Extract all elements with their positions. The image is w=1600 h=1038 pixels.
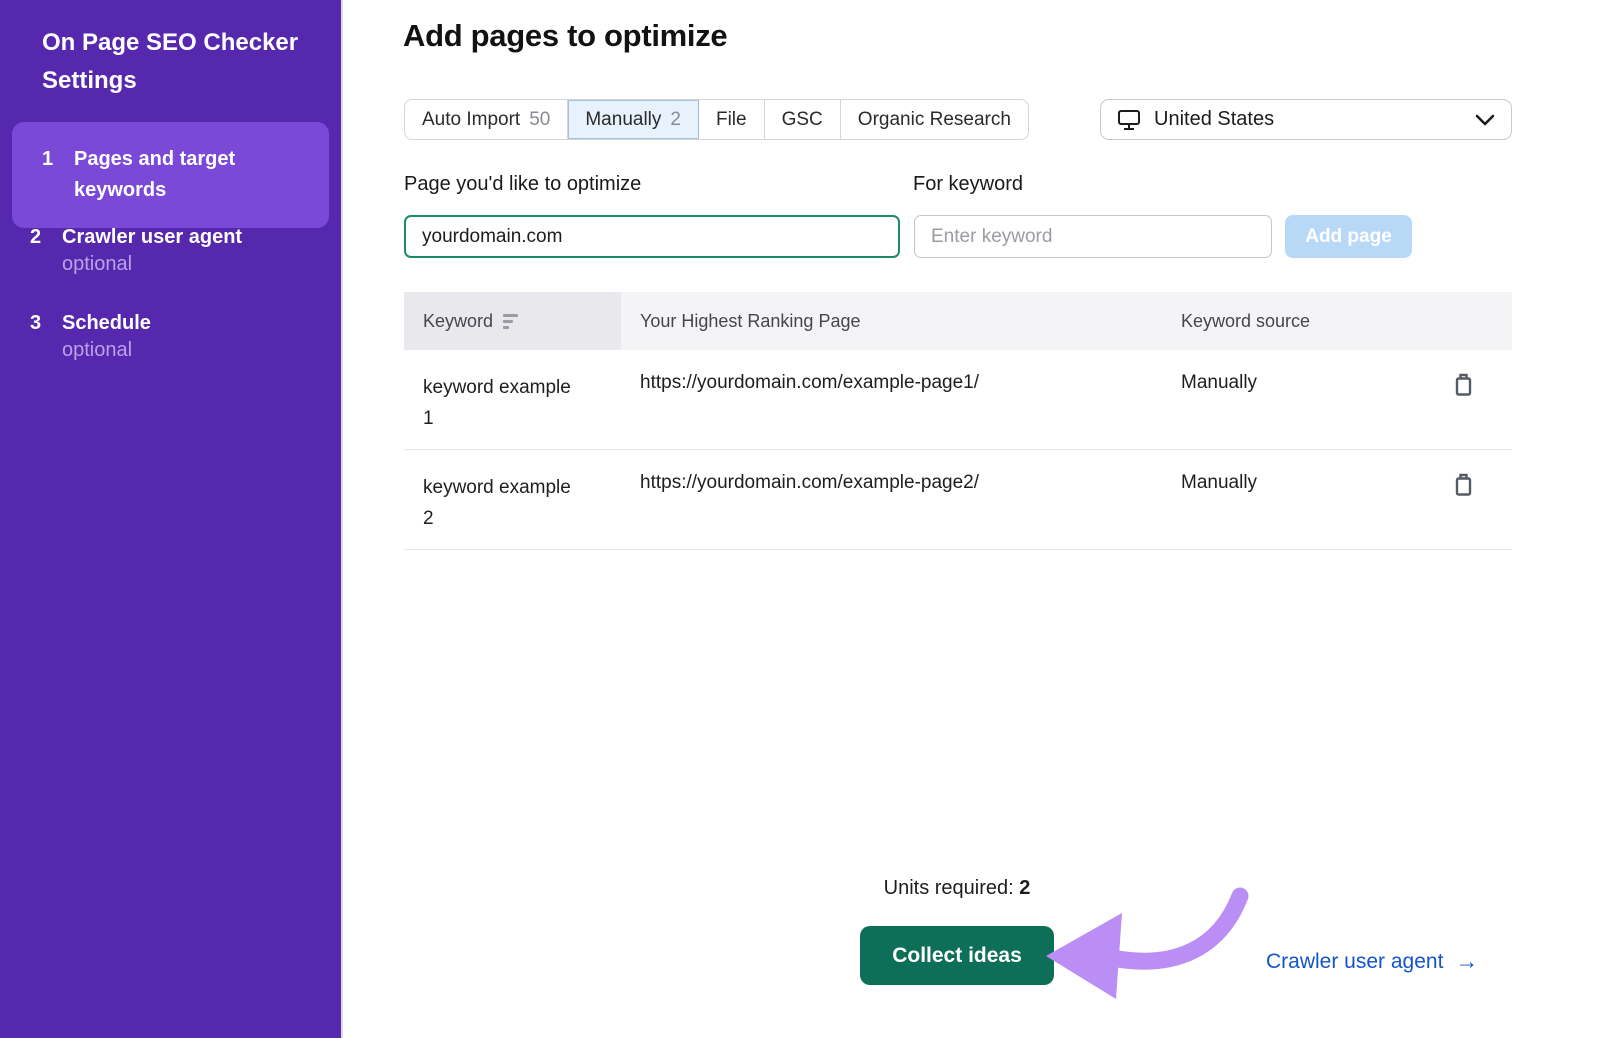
add-page-button[interactable]: Add page <box>1285 215 1412 258</box>
column-header-label: Your Highest Ranking Page <box>640 311 860 332</box>
annotation-arrow <box>1040 868 1255 1013</box>
sidebar-step-pages-and-keywords[interactable]: 1 Pages and target keywords <box>12 122 329 228</box>
chevron-down-icon <box>1475 114 1495 126</box>
step-number: 1 <box>42 144 74 206</box>
step-label: Schedule <box>62 308 151 339</box>
cell-keyword-source: Manually <box>1181 450 1441 549</box>
units-label: Units required: <box>884 877 1014 899</box>
table-row: keyword example 2 https://yourdomain.com… <box>404 450 1512 550</box>
sidebar-step-crawler-user-agent[interactable]: 2 Crawler user agent <box>30 222 242 253</box>
trash-icon <box>1453 372 1474 397</box>
step-number: 2 <box>30 222 62 253</box>
monitor-icon <box>1117 109 1141 131</box>
units-required: Units required: 2 <box>860 877 1054 900</box>
cell-keyword: keyword example 1 <box>404 350 621 449</box>
arrow-right-icon: → <box>1455 948 1478 975</box>
trash-icon <box>1453 472 1474 497</box>
tab-count: 50 <box>529 109 550 131</box>
step-label: Pages and target keywords <box>74 144 311 206</box>
sidebar-step-schedule[interactable]: 3 Schedule <box>30 308 151 339</box>
keyword-input-label: For keyword <box>913 173 1023 196</box>
crawler-user-agent-link[interactable]: Crawler user agent → <box>1266 948 1478 975</box>
delete-row-button[interactable] <box>1453 472 1474 500</box>
tab-gsc[interactable]: GSC <box>765 100 841 139</box>
tab-label: Auto Import <box>422 109 520 131</box>
column-header-label: Keyword source <box>1181 311 1310 332</box>
cell-ranking-page: https://yourdomain.com/example-page2/ <box>621 450 1181 549</box>
page-url-input[interactable] <box>404 215 900 258</box>
import-mode-tabs: Auto Import 50 Manually 2 File GSC Organ… <box>404 99 1029 140</box>
page-title: Add pages to optimize <box>403 18 727 54</box>
collect-ideas-button[interactable]: Collect ideas <box>860 926 1054 985</box>
sidebar-title: On Page SEO Checker Settings <box>42 24 302 100</box>
cell-ranking-page: https://yourdomain.com/example-page1/ <box>621 350 1181 449</box>
sort-icon <box>503 314 518 329</box>
column-header-actions <box>1441 292 1512 350</box>
tab-manually[interactable]: Manually 2 <box>568 100 699 139</box>
tab-organic-research[interactable]: Organic Research <box>841 100 1028 139</box>
pages-table: Keyword Your Highest Ranking Page Keywor… <box>404 292 1512 550</box>
keyword-input[interactable] <box>914 215 1272 258</box>
region-value: United States <box>1154 108 1462 131</box>
column-header-keyword-source: Keyword source <box>1181 292 1441 350</box>
region-selector[interactable]: United States <box>1100 99 1512 140</box>
step-optional-note: optional <box>62 339 132 362</box>
units-value: 2 <box>1019 877 1030 899</box>
step-optional-note: optional <box>62 253 132 276</box>
table-row: keyword example 1 https://yourdomain.com… <box>404 350 1512 450</box>
step-label: Crawler user agent <box>62 222 242 253</box>
on-page-seo-checker-settings: On Page SEO Checker Settings 1 Pages and… <box>0 0 1600 1038</box>
tab-file[interactable]: File <box>699 100 765 139</box>
tab-count: 2 <box>670 109 681 131</box>
settings-sidebar: On Page SEO Checker Settings 1 Pages and… <box>0 0 343 1038</box>
tab-label: Manually <box>585 109 661 131</box>
table-header-row: Keyword Your Highest Ranking Page Keywor… <box>404 292 1512 350</box>
tab-label: GSC <box>782 109 823 131</box>
tab-label: File <box>716 109 747 131</box>
tab-auto-import[interactable]: Auto Import 50 <box>405 100 568 139</box>
delete-row-button[interactable] <box>1453 372 1474 400</box>
next-link-label: Crawler user agent <box>1266 950 1443 974</box>
column-header-label: Keyword <box>423 311 493 332</box>
column-header-ranking-page: Your Highest Ranking Page <box>621 292 1181 350</box>
column-header-keyword[interactable]: Keyword <box>404 292 621 350</box>
cell-keyword: keyword example 2 <box>404 450 621 549</box>
step-number: 3 <box>30 308 62 339</box>
tab-label: Organic Research <box>858 109 1011 131</box>
cell-keyword-source: Manually <box>1181 350 1441 449</box>
page-input-label: Page you'd like to optimize <box>404 173 641 196</box>
